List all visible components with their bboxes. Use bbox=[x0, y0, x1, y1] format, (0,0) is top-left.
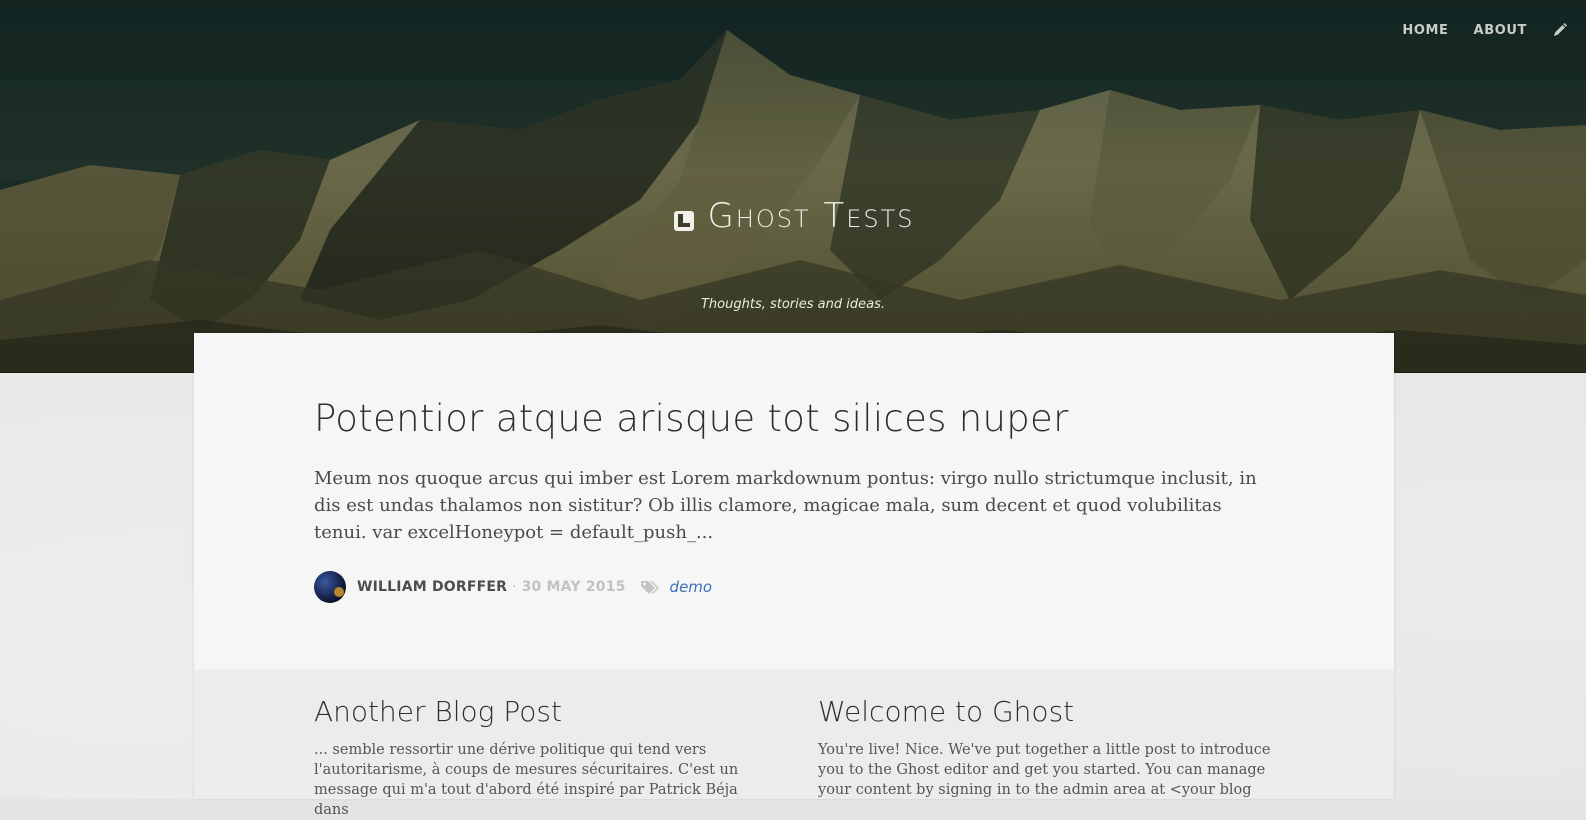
post-list: Another Blog Post ... semble ressortir u… bbox=[194, 671, 1394, 818]
post-date: 30 MAY 2015 bbox=[521, 579, 626, 595]
author-avatar[interactable] bbox=[314, 571, 346, 603]
featured-post-title[interactable]: Potentior atque arisque tot silices nupe… bbox=[314, 397, 1274, 440]
nav-home-link[interactable]: HOME bbox=[1402, 23, 1448, 38]
meta-separator: · bbox=[512, 579, 517, 595]
post-card-title[interactable]: Another Blog Post bbox=[314, 695, 769, 728]
hero-tint-overlay bbox=[0, 0, 1586, 372]
post-card: Another Blog Post ... semble ressortir u… bbox=[314, 695, 769, 820]
book-icon bbox=[671, 203, 697, 231]
post-card-excerpt: ... semble ressortir une dérive politiqu… bbox=[314, 742, 739, 818]
top-navigation: HOME ABOUT bbox=[1402, 22, 1568, 38]
tags-icon bbox=[640, 579, 660, 595]
post-meta: WILLIAM DORFFER · 30 MAY 2015 demo bbox=[314, 571, 712, 603]
site-tagline: Thoughts, stories and ideas. bbox=[700, 297, 885, 312]
featured-post-card: Potentior atque arisque tot silices nupe… bbox=[194, 333, 1394, 671]
site-title-text: Ghost Tests bbox=[707, 196, 915, 236]
author-name[interactable]: WILLIAM DORFFER bbox=[357, 579, 507, 595]
hero-header: HOME ABOUT Ghost Tests Thoughts, stories… bbox=[0, 0, 1586, 373]
site-title[interactable]: Ghost Tests bbox=[0, 196, 1586, 236]
nav-about-link[interactable]: ABOUT bbox=[1474, 23, 1527, 38]
featured-post-excerpt: Meum nos quoque arcus qui imber est Lore… bbox=[314, 468, 1257, 543]
post-card: Welcome to Ghost You're live! Nice. We'v… bbox=[818, 695, 1273, 800]
post-card-title[interactable]: Welcome to Ghost bbox=[818, 695, 1273, 728]
pencil-icon[interactable] bbox=[1552, 22, 1568, 38]
post-card-excerpt: You're live! Nice. We've put together a … bbox=[818, 742, 1271, 798]
tag-link[interactable]: demo bbox=[670, 578, 713, 596]
